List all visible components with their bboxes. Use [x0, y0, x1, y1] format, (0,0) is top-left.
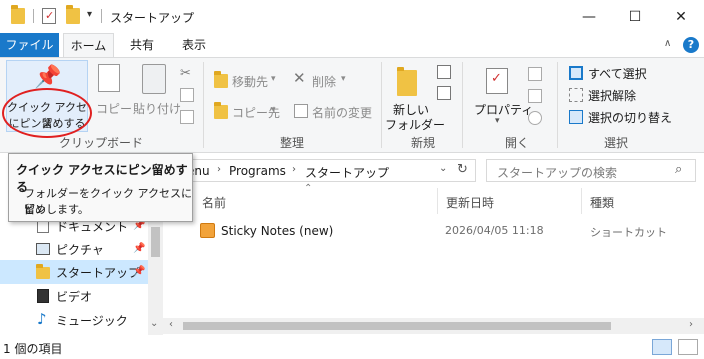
ribbon: 📌 クイック アクセス にピン留めする コピー 貼り付け ✂ クリップボード 移…	[0, 57, 704, 153]
properties-button[interactable]: プロパティ	[474, 101, 533, 118]
select-all-icon	[569, 66, 583, 80]
file-name: Sticky Notes (new)	[221, 224, 334, 238]
rename-icon	[294, 104, 308, 118]
cut-icon[interactable]: ✂	[180, 66, 194, 81]
scroll-down-icon[interactable]: ⌄	[150, 318, 158, 329]
new-item-icon[interactable]	[437, 65, 451, 79]
horizontal-scrollbar[interactable]: ‹ ›	[163, 318, 704, 334]
pin-icon: 📌	[133, 266, 146, 277]
tab-share[interactable]: 共有	[120, 33, 164, 57]
chevron-down-icon[interactable]: ⌄	[439, 163, 447, 174]
maximize-button[interactable]: ☐	[612, 0, 658, 33]
item-count: 1 個の項目	[3, 342, 63, 356]
properties-icon: ✓	[486, 68, 508, 94]
video-icon	[37, 289, 49, 303]
new-folder-label-line2[interactable]: フォルダー	[385, 116, 445, 133]
clipboard-group-label: クリップボード	[58, 136, 143, 150]
window-title: スタートアップ	[110, 11, 195, 25]
copy-icon	[98, 64, 120, 92]
delete-button[interactable]: 削除	[312, 73, 336, 90]
file-type: ショートカット	[590, 226, 667, 239]
address-bar[interactable]: enu › Programs › スタートアップ ⌄ ↻	[156, 159, 476, 182]
search-icon[interactable]: ⌕	[675, 162, 682, 177]
nav-item-startup[interactable]: スタートアップ 📌	[0, 260, 148, 284]
delete-icon: ✕	[293, 69, 306, 87]
select-none-button[interactable]: 選択解除	[588, 87, 636, 104]
properties-icon[interactable]: ✓	[42, 8, 56, 24]
copy-path-icon[interactable]	[180, 88, 194, 102]
nav-item-music[interactable]: ♪ ミュージック	[0, 308, 148, 332]
file-modified: 2026/04/05 11:18	[445, 224, 544, 237]
nav-item-videos[interactable]: ビデオ	[0, 284, 148, 308]
refresh-icon[interactable]: ↻	[457, 162, 468, 177]
sticky-notes-icon	[200, 223, 215, 238]
help-icon[interactable]: ?	[683, 37, 699, 53]
pictures-icon	[36, 243, 50, 255]
tab-view[interactable]: 表示	[170, 33, 218, 57]
breadcrumb-programs[interactable]: Programs	[229, 164, 286, 178]
minimize-button[interactable]: —	[566, 0, 612, 33]
ribbon-tabs: ファイル ホーム 共有 表示 ∧ ?	[0, 33, 704, 58]
folder-icon	[11, 5, 25, 24]
customize-toolbar-icon[interactable]: ▾	[87, 9, 92, 20]
nav-item-pictures[interactable]: ピクチャ 📌	[0, 237, 148, 261]
new-folder-icon[interactable]	[66, 5, 80, 24]
scroll-right-icon[interactable]: ›	[689, 319, 693, 330]
column-header-name[interactable]: 名前	[202, 194, 226, 211]
column-header-modified[interactable]: 更新日時	[446, 194, 494, 211]
invert-selection-button[interactable]: 選択の切り替え	[588, 109, 672, 126]
select-group-label: 選択	[603, 136, 628, 150]
rename-button[interactable]: 名前の変更	[312, 104, 372, 121]
new-folder-icon	[397, 67, 417, 96]
select-none-icon	[569, 88, 583, 102]
pin-icon: 📌	[133, 243, 146, 254]
copy-to-icon	[214, 102, 228, 119]
table-row[interactable]: Sticky Notes (new) 2026/04/05 11:18 ショート…	[196, 220, 696, 242]
status-bar: 1 個の項目	[0, 335, 704, 359]
details-view-icon[interactable]	[652, 339, 672, 355]
chevron-right-icon[interactable]: ›	[292, 164, 296, 175]
breadcrumb-startup[interactable]: スタートアップ	[305, 164, 389, 181]
large-icons-view-icon[interactable]	[678, 339, 698, 355]
folder-icon	[36, 264, 50, 279]
new-group-label: 新規	[410, 136, 435, 150]
close-button[interactable]: ✕	[658, 0, 704, 33]
paste-icon	[142, 64, 166, 94]
search-input[interactable]: スタートアップの検索	[497, 164, 617, 181]
scroll-left-icon[interactable]: ‹	[169, 319, 173, 330]
paste-shortcut-icon[interactable]	[180, 110, 194, 124]
easy-access-icon[interactable]	[437, 86, 451, 100]
organize-group-label: 整理	[279, 136, 304, 150]
search-box[interactable]: スタートアップの検索 ⌕	[486, 159, 696, 182]
minimize-ribbon-icon[interactable]: ∧	[664, 38, 671, 49]
horizontal-scrollbar-thumb[interactable]	[183, 322, 611, 330]
history-icon[interactable]	[528, 111, 542, 125]
move-to-button[interactable]: 移動先	[232, 73, 268, 90]
tooltip: クイック アクセスにピン留めする フォルダーをクイック アクセスにピン 留めしま…	[8, 153, 193, 222]
chevron-right-icon[interactable]: ›	[217, 164, 221, 175]
invert-selection-icon	[569, 110, 583, 124]
file-list: ⌃	[163, 183, 704, 335]
tooltip-body-line2: 留めします。	[24, 203, 89, 216]
edit-icon[interactable]	[528, 89, 542, 103]
move-to-icon	[214, 71, 228, 88]
open-group-label: 開く	[504, 136, 529, 150]
open-icon[interactable]	[528, 67, 542, 81]
tab-file[interactable]: ファイル	[0, 33, 59, 57]
copy-button[interactable]: コピー	[96, 100, 132, 117]
column-header-type[interactable]: 種類	[590, 194, 614, 211]
nav-scrollbar-thumb[interactable]	[151, 227, 160, 257]
music-icon: ♪	[37, 310, 47, 328]
select-all-button[interactable]: すべて選択	[588, 65, 647, 82]
tab-home[interactable]: ホーム	[63, 33, 114, 58]
highlight-circle	[2, 88, 92, 138]
title-bar: ✓ ▾ スタートアップ — ☐ ✕	[0, 0, 704, 33]
paste-button[interactable]: 貼り付け	[133, 100, 181, 117]
sort-indicator-icon: ⌃	[304, 183, 313, 194]
